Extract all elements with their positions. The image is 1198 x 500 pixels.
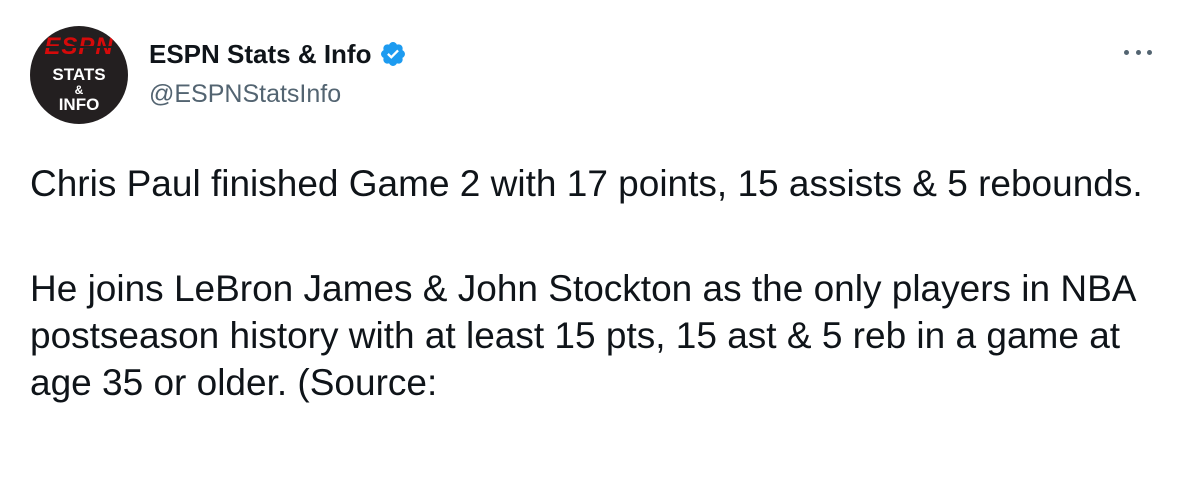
display-name[interactable]: ESPN Stats & Info — [149, 39, 371, 69]
avatar[interactable]: ESPN STATS & INFO — [30, 26, 128, 124]
avatar-stats-text: STATS — [52, 65, 106, 84]
tweet-paragraph: Chris Paul finished Game 2 with 17 point… — [30, 163, 1143, 204]
verified-badge-icon — [379, 40, 407, 68]
more-options-button[interactable] — [1124, 40, 1152, 64]
tweet-text: Chris Paul finished Game 2 with 17 point… — [30, 160, 1170, 406]
avatar-info-text: INFO — [58, 95, 100, 114]
tweet-paragraph: He joins LeBron James & John Stockton as… — [30, 268, 1135, 403]
handle[interactable]: @ESPNStatsInfo — [149, 80, 341, 108]
more-horizontal-icon — [1124, 49, 1129, 55]
espn-logo: ESPN — [30, 35, 128, 59]
name-row: ESPN Stats & Info — [149, 36, 407, 72]
more-dot — [1135, 49, 1141, 55]
more-dot — [1147, 49, 1152, 55]
tweet-card: ESPN STATS & INFO ESPN Stats & Info @ESP… — [0, 0, 1198, 500]
